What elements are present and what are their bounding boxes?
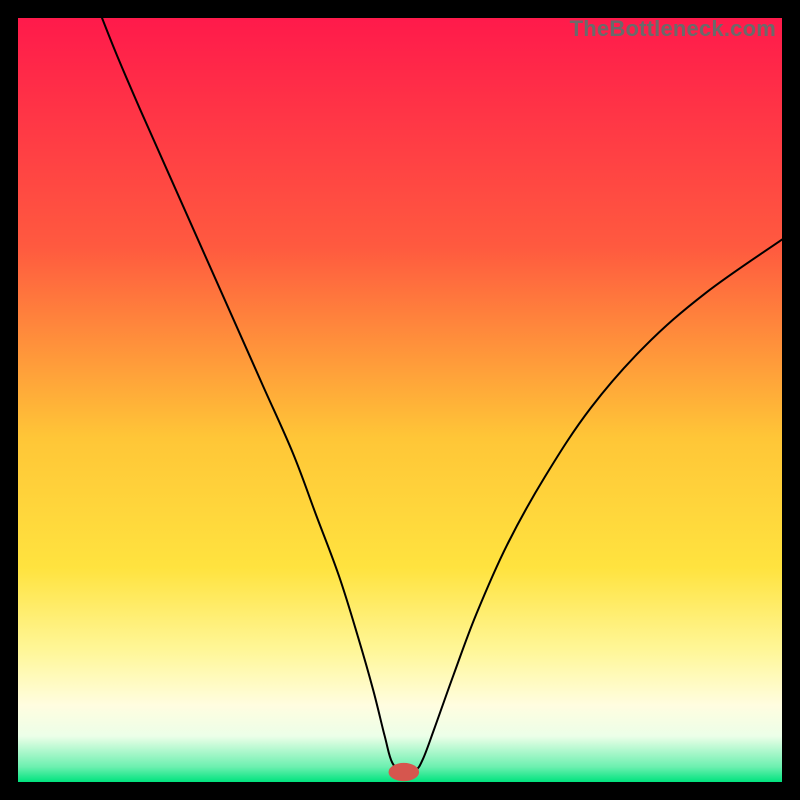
chart-frame: TheBottleneck.com	[18, 18, 782, 782]
minimum-marker	[389, 763, 420, 781]
watermark-text: TheBottleneck.com	[570, 16, 776, 42]
chart-plot	[18, 18, 782, 782]
chart-marker-group	[389, 763, 420, 781]
chart-background	[18, 18, 782, 782]
